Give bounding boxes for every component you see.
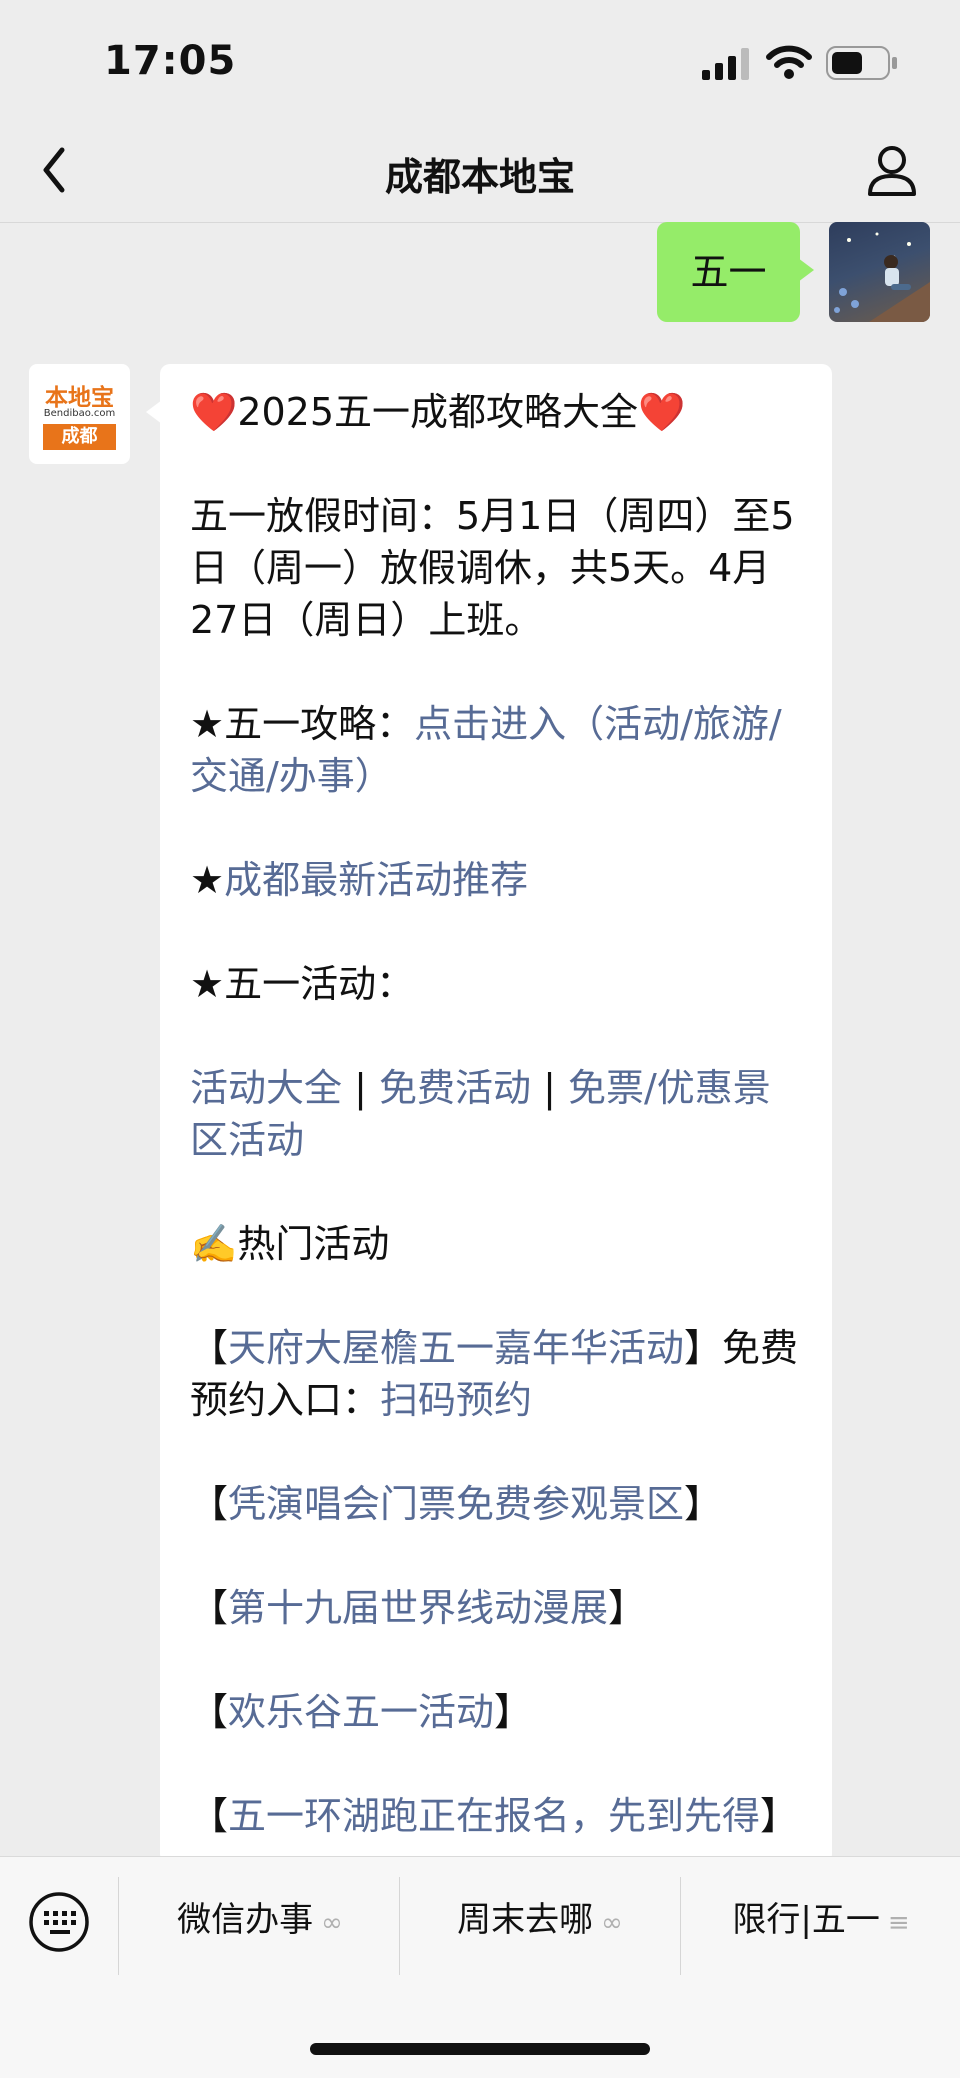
menu-lines-icon: ≡ — [887, 1908, 910, 1938]
item4-link[interactable]: 欢乐谷五一活动 — [228, 1690, 494, 1734]
link-icon: ∞ — [321, 1908, 343, 1938]
bracket-close: 】 — [760, 1794, 799, 1838]
received-message-bubble: ❤️2025五一成都攻略大全❤️ 五一放假时间：5月1日（周四）至5日（周一）放… — [146, 364, 832, 1864]
message-title: ❤️2025五一成都攻略大全❤️ — [190, 386, 800, 438]
logo-city-text: 成都 — [43, 424, 116, 450]
menu-item-traffic-holiday[interactable]: 限行|五一 ≡ — [682, 1895, 960, 1945]
item1-action-link[interactable]: 扫码预约 — [380, 1378, 532, 1422]
logo-main-text: 本地宝 — [45, 385, 114, 411]
hot-item-4: 【欢乐谷五一活动】 — [190, 1686, 800, 1738]
bracket-open: 【 — [190, 1690, 229, 1734]
page-title: 成都本地宝 — [384, 155, 575, 199]
recommend-link[interactable]: 成都最新活动推荐 — [224, 858, 528, 902]
link-icon: ∞ — [601, 1908, 623, 1938]
menu-item-label: 微信办事 — [177, 1900, 314, 1940]
user-avatar[interactable] — [829, 222, 930, 322]
status-time: 17:05 — [104, 38, 237, 84]
status-bar: 17:05 — [0, 0, 960, 120]
guide-line: ★五一攻略：点击进入（活动/旅游/交通/办事） — [190, 698, 800, 802]
menu-item-wechat-service[interactable]: 微信办事 ∞ — [120, 1895, 400, 1945]
activity-link-free[interactable]: 免费活动 — [379, 1066, 531, 1110]
hot-item-5: 【五一环湖跑正在报名，先到先得】 — [190, 1790, 800, 1842]
keyboard-toggle-icon[interactable] — [28, 1891, 90, 1953]
bracket-open: 【 — [190, 1482, 229, 1526]
heart-icon: ❤️ — [638, 390, 686, 434]
cellular-signal-icon — [702, 48, 749, 80]
item2-link[interactable]: 凭演唱会门票免费参观景区 — [228, 1482, 684, 1526]
bracket-open: 【 — [190, 1794, 229, 1838]
avatar-illustration-icon — [834, 232, 930, 322]
holiday-info: 五一放假时间：5月1日（周四）至5日（周一）放假调休，共5天。4月27日（周日）… — [190, 494, 795, 642]
menu-divider — [118, 1877, 119, 1975]
bracket-open: 【 — [190, 1586, 229, 1630]
message-title-text: 2025五一成都攻略大全 — [237, 390, 639, 434]
bracket-open: 【 — [190, 1326, 229, 1370]
menu-item-label: 周末去哪 — [457, 1900, 594, 1940]
item1-link[interactable]: 天府大屋檐五一嘉年华活动 — [228, 1326, 684, 1370]
wifi-icon — [766, 45, 812, 79]
hot-item-2: 【凭演唱会门票免费参观景区】 — [190, 1478, 800, 1530]
battery-icon — [826, 46, 897, 80]
heart-icon: ❤️ — [190, 390, 238, 434]
activities-label: ★五一活动： — [190, 962, 415, 1006]
separator: | — [531, 1066, 568, 1110]
hot-item-1: 【天府大屋檐五一嘉年华活动】免费预约入口：扫码预约 — [190, 1322, 800, 1426]
hot-activities-label: ✍️热门活动 — [190, 1222, 390, 1266]
separator: | — [342, 1066, 379, 1110]
menu-item-label: 限行|五一 — [732, 1900, 880, 1940]
sent-message-bubble[interactable]: 五一 — [657, 222, 814, 322]
activity-links: 活动大全 | 免费活动 | 免票/优惠景区活动 — [190, 1062, 800, 1166]
home-indicator[interactable] — [310, 2043, 650, 2055]
star-icon: ★ — [190, 858, 225, 902]
guide-label: ★五一攻略： — [190, 702, 415, 746]
activity-link-all[interactable]: 活动大全 — [190, 1066, 342, 1110]
recommend-line: ★成都最新活动推荐 — [190, 854, 800, 906]
bracket-close: 】 — [494, 1690, 533, 1734]
menu-divider — [680, 1877, 681, 1975]
logo-site-text: Bendibao.com — [43, 408, 116, 419]
bracket-close: 】 — [608, 1586, 647, 1630]
hot-item-3: 【第十九届世界线动漫展】 — [190, 1582, 800, 1634]
official-account-avatar[interactable]: 本地宝 Bendibao.com 成都 — [29, 364, 130, 464]
bracket-close: 】 — [684, 1482, 723, 1526]
message-content: ❤️2025五一成都攻略大全❤️ 五一放假时间：5月1日（周四）至5日（周一）放… — [190, 386, 800, 1842]
profile-icon[interactable] — [864, 140, 920, 200]
item3-link[interactable]: 第十九届世界线动漫展 — [228, 1586, 608, 1630]
item5-link[interactable]: 五一环湖跑正在报名，先到先得 — [228, 1794, 760, 1838]
nav-bar: 成都本地宝 — [0, 120, 960, 223]
bracket-close: 】 — [684, 1326, 723, 1370]
menu-item-weekend[interactable]: 周末去哪 ∞ — [400, 1895, 680, 1945]
